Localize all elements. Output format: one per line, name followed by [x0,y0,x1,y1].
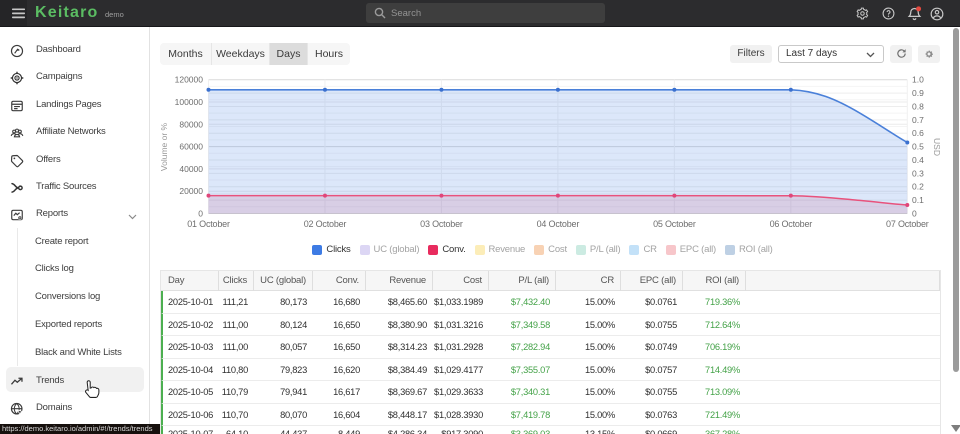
svg-text:04 October: 04 October [537,219,580,229]
svg-text:07 October: 07 October [886,219,929,229]
svg-text:100000: 100000 [175,97,204,107]
svg-text:03 October: 03 October [420,219,463,229]
svg-text:0.5: 0.5 [912,142,924,152]
svg-text:40000: 40000 [179,164,203,174]
svg-text:0.2: 0.2 [912,182,924,192]
svg-text:Volume or %: Volume or % [159,122,169,171]
svg-text:80000: 80000 [179,119,203,129]
svg-text:0.8: 0.8 [912,101,924,111]
svg-text:0.4: 0.4 [912,155,924,165]
svg-text:20000: 20000 [179,186,203,196]
svg-text:1.0: 1.0 [912,75,924,85]
svg-text:06 October: 06 October [770,219,813,229]
svg-text:01 October: 01 October [187,219,230,229]
svg-text:0.1: 0.1 [912,195,924,205]
svg-text:120000: 120000 [175,75,204,85]
svg-text:USD: USD [932,138,942,156]
svg-text:0.9: 0.9 [912,88,924,98]
svg-text:0.6: 0.6 [912,128,924,138]
svg-text:02 October: 02 October [304,219,347,229]
svg-text:0: 0 [912,209,917,219]
svg-text:0.7: 0.7 [912,115,924,125]
svg-text:0.3: 0.3 [912,168,924,178]
svg-text:05 October: 05 October [653,219,696,229]
svg-text:0: 0 [198,209,203,219]
svg-text:60000: 60000 [179,142,203,152]
